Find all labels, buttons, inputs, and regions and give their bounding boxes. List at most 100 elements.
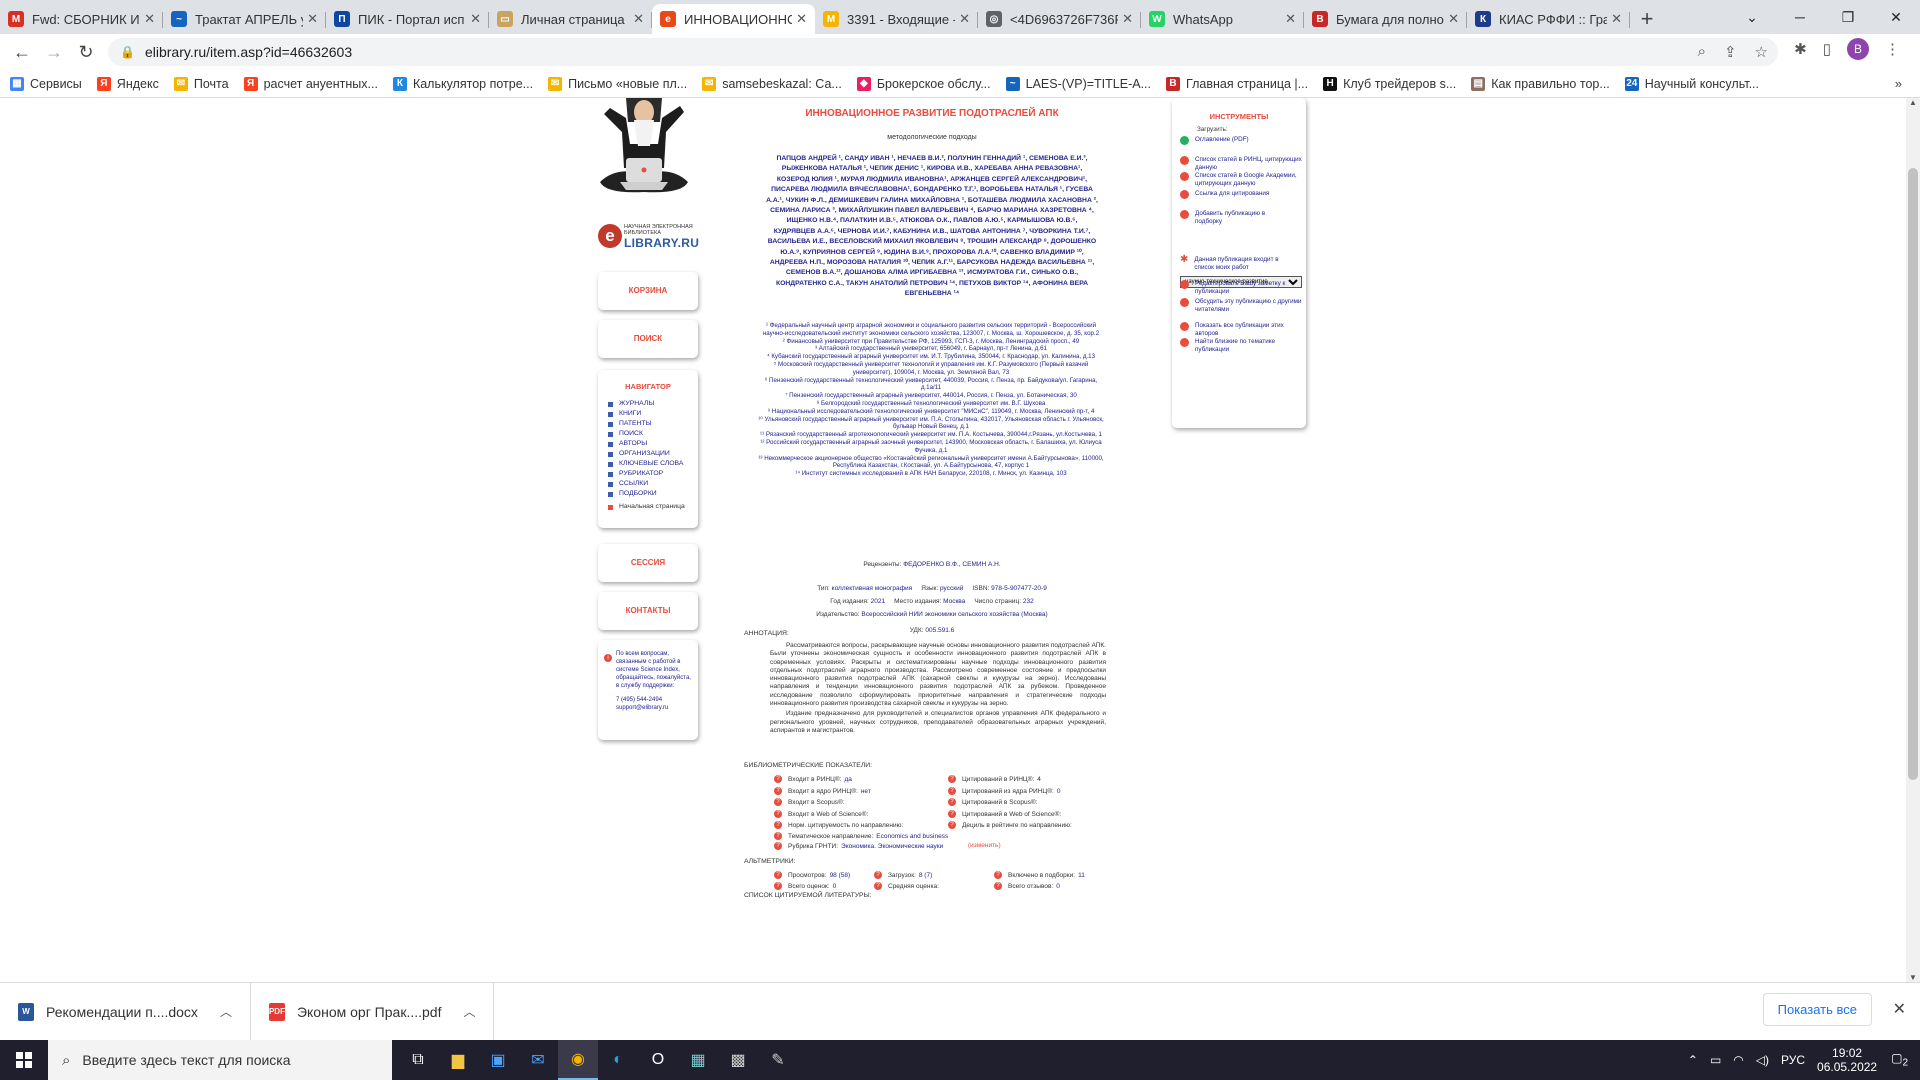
- tool-author-publications[interactable]: Показать все публикации этих авторов: [1180, 322, 1302, 337]
- navigator-item[interactable]: ПОДБОРКИ: [608, 489, 698, 499]
- metric-value[interactable]: 0: [1056, 883, 1060, 890]
- help-icon[interactable]: ?: [774, 775, 782, 783]
- language-indicator[interactable]: РУС: [1781, 1053, 1805, 1067]
- tool-label[interactable]: Редактировать Вашу заметку к публикации: [1195, 280, 1302, 295]
- tab-close-icon[interactable]: ✕: [959, 11, 970, 27]
- tool-google-citing[interactable]: Список статей в Google Академии, цитирую…: [1180, 172, 1302, 187]
- bookmark-item[interactable]: ✉ Почта: [173, 76, 229, 91]
- browser-tab[interactable]: M Fwd: СБОРНИК И ✕: [0, 4, 163, 34]
- tab-search-icon[interactable]: ⌄: [1728, 9, 1776, 26]
- tab-close-icon[interactable]: ✕: [1285, 11, 1296, 27]
- reload-icon[interactable]: ↻: [70, 42, 102, 63]
- publisher-value[interactable]: Всероссийский НИИ экономики сельского хо…: [861, 611, 1047, 618]
- metric-value[interactable]: 8 (7): [919, 872, 932, 879]
- help-icon[interactable]: ?: [994, 871, 1002, 879]
- help-icon[interactable]: ?: [774, 810, 782, 818]
- bookmark-label[interactable]: Почта: [194, 77, 229, 91]
- bookmark-item[interactable]: ✉ samsebeskazal: Са...: [702, 76, 842, 91]
- download-filename[interactable]: Эконом орг Прак....pdf: [297, 1004, 442, 1020]
- tab-close-icon[interactable]: ✕: [1611, 11, 1622, 27]
- navigator-item[interactable]: РУБРИКАТОР: [608, 469, 698, 479]
- show-all-downloads-button[interactable]: Показать все: [1762, 993, 1872, 1026]
- help-icon[interactable]: ?: [774, 787, 782, 795]
- metric-value[interactable]: да: [844, 776, 851, 783]
- change-rubric-link[interactable]: (изменить): [968, 842, 1001, 849]
- tool-label[interactable]: Найти близкие по тематике публикации: [1195, 338, 1302, 353]
- contacts-button[interactable]: КОНТАКТЫ: [598, 592, 698, 630]
- tab-close-icon[interactable]: ✕: [307, 11, 318, 27]
- reviewers-value[interactable]: ФЕДОРЕНКО В.Ф., СЕМИН А.Н.: [903, 561, 1000, 568]
- navigator-item[interactable]: КЛЮЧЕВЫЕ СЛОВА: [608, 459, 698, 469]
- navigator-item[interactable]: АВТОРЫ: [608, 439, 698, 449]
- bookmark-item[interactable]: Я Яндекс: [96, 76, 159, 91]
- scroll-up-icon[interactable]: ▲: [1906, 98, 1920, 107]
- bookmark-label[interactable]: Как правильно тор...: [1491, 77, 1610, 91]
- help-icon[interactable]: ?: [774, 871, 782, 879]
- maximize-icon[interactable]: ❐: [1824, 9, 1872, 26]
- volume-icon[interactable]: ◁): [1756, 1053, 1769, 1067]
- help-icon[interactable]: ?: [948, 787, 956, 795]
- bookmark-item[interactable]: ▤ Как правильно тор...: [1471, 76, 1610, 91]
- side-panel-icon[interactable]: ▯: [1823, 40, 1831, 58]
- bookmark-label[interactable]: Сервисы: [30, 77, 82, 91]
- tool-label[interactable]: Ссылка для цитирования: [1195, 190, 1269, 199]
- bookmark-item[interactable]: ▦ Сервисы: [10, 76, 82, 91]
- bookmark-item[interactable]: ✉ Письмо «новые пл...: [548, 76, 687, 91]
- help-icon[interactable]: ?: [774, 832, 782, 840]
- elibrary-logo[interactable]: e НАУЧНАЯ ЭЛЕКТРОННАЯ БИБЛИОТЕКА LIBRARY…: [598, 224, 699, 254]
- help-icon[interactable]: ?: [874, 871, 882, 879]
- metric-value[interactable]: 0: [1057, 788, 1061, 795]
- zoom-icon[interactable]: ⌕: [1698, 43, 1706, 61]
- chevron-up-icon[interactable]: ︿: [220, 1003, 232, 1020]
- tab-title[interactable]: КИАС РФФИ :: Гра: [1499, 12, 1607, 27]
- app-icon-2[interactable]: ✎: [758, 1040, 798, 1080]
- file-explorer-icon[interactable]: ▆: [438, 1040, 478, 1080]
- battery-icon[interactable]: ▭: [1710, 1053, 1721, 1067]
- tool-edit-note[interactable]: Редактировать Вашу заметку к публикации: [1180, 280, 1302, 295]
- bookmark-label[interactable]: Калькулятор потре...: [413, 77, 533, 91]
- search-button[interactable]: ПОИСК: [598, 320, 698, 358]
- help-icon[interactable]: ?: [948, 798, 956, 806]
- bookmark-label[interactable]: Научный консульт...: [1645, 77, 1759, 91]
- tab-close-icon[interactable]: ✕: [796, 11, 807, 27]
- tab-title[interactable]: <4D6963726F736F: [1010, 12, 1118, 27]
- tab-close-icon[interactable]: ✕: [633, 11, 644, 27]
- bookmark-item[interactable]: ~ LAES-(VP)=TITLE-A...: [1005, 76, 1151, 91]
- metric-value[interactable]: нет: [861, 788, 871, 795]
- bookmark-label[interactable]: samsebeskazal: Са...: [722, 77, 842, 91]
- browser-tab[interactable]: ◎ <4D6963726F736F ✕: [978, 4, 1141, 34]
- address-bar[interactable]: 🔒 elibrary.ru/item.asp?id=46632603 ⌕ ⇪ ☆: [108, 38, 1778, 66]
- metric-value[interactable]: 11: [1078, 872, 1085, 879]
- tray-expand-icon[interactable]: ⌃: [1688, 1053, 1698, 1067]
- chrome-icon[interactable]: ◉: [558, 1040, 598, 1080]
- tool-label[interactable]: Данная публикация входит в список моих р…: [1194, 256, 1290, 271]
- bookmark-item[interactable]: ◆ Брокерское обслу...: [856, 76, 991, 91]
- home-page-link[interactable]: Начальная страница: [608, 502, 698, 512]
- browser-tab[interactable]: W WhatsApp ✕: [1141, 4, 1304, 34]
- profile-avatar[interactable]: B: [1847, 38, 1869, 60]
- tool-my-works[interactable]: ✱ Данная публикация входит в список моих …: [1180, 255, 1290, 271]
- more-bookmarks-icon[interactable]: »: [1895, 76, 1902, 91]
- navigator-item[interactable]: ПАТЕНТЫ: [608, 419, 698, 429]
- bookmark-label[interactable]: расчет ануентных...: [264, 77, 378, 91]
- share-icon[interactable]: ⇪: [1724, 43, 1737, 61]
- bookmark-label[interactable]: Брокерское обслу...: [877, 77, 991, 91]
- bookmark-item[interactable]: Ярасчет ануентных...: [243, 76, 378, 91]
- edge-icon[interactable]: ◐: [598, 1040, 638, 1080]
- back-icon[interactable]: ←: [6, 42, 38, 63]
- tab-title[interactable]: 3391 - Входящие -: [847, 12, 955, 27]
- tool-rinc-citing[interactable]: Список статей в РИНЦ, цитирующих данную: [1180, 156, 1302, 171]
- cart-button[interactable]: КОРЗИНА: [598, 272, 698, 310]
- scroll-thumb[interactable]: [1908, 168, 1918, 780]
- browser-tab[interactable]: B Бумага для полно ✕: [1304, 4, 1467, 34]
- bookmark-item[interactable]: 24 Научный консульт...: [1624, 76, 1759, 91]
- clock[interactable]: 19:02 06.05.2022: [1817, 1046, 1877, 1074]
- help-icon[interactable]: ?: [948, 821, 956, 829]
- browser-tab[interactable]: e ИННОВАЦИОННС ✕: [652, 4, 815, 34]
- tab-title[interactable]: WhatsApp: [1173, 12, 1281, 27]
- taskbar-search-placeholder[interactable]: Введите здесь текст для поиска: [82, 1052, 290, 1068]
- help-icon[interactable]: ?: [994, 882, 1002, 890]
- metric-value[interactable]: 4: [1037, 776, 1041, 783]
- scroll-down-icon[interactable]: ▼: [1906, 973, 1920, 982]
- download-item[interactable]: PDF Эконом орг Прак....pdf ︿: [251, 982, 495, 1041]
